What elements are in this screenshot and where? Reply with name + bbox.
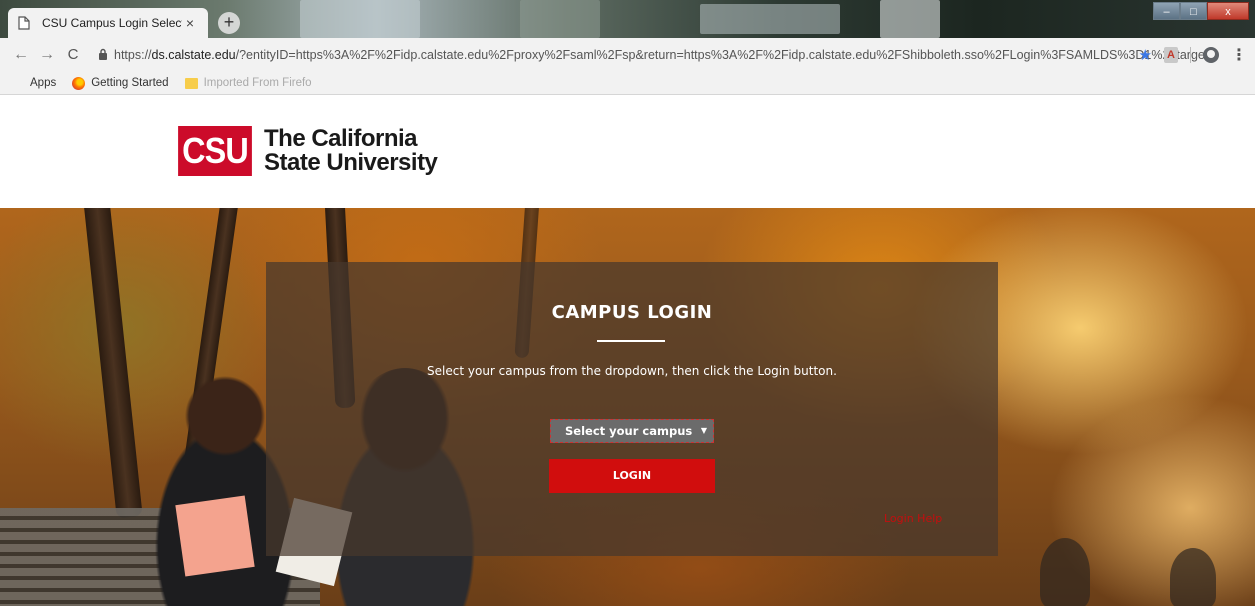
window-controls: – □ x xyxy=(1153,2,1249,20)
bookmark-star-icon[interactable]: ★ xyxy=(1139,46,1152,64)
hero-background: CAMPUS LOGIN Select your campus from the… xyxy=(0,208,1255,606)
browser-tab[interactable]: CSU Campus Login Selector × xyxy=(8,8,208,38)
menu-icon[interactable]: ⋮ xyxy=(1231,45,1247,65)
toolbar-divider xyxy=(1190,47,1191,63)
campus-login-panel: CAMPUS LOGIN Select your campus from the… xyxy=(266,262,998,556)
lock-icon xyxy=(98,48,108,63)
bookmark-apps[interactable]: Apps xyxy=(12,77,56,89)
background-figure xyxy=(1170,548,1216,606)
close-window-button[interactable]: x xyxy=(1207,2,1249,20)
page-icon xyxy=(18,16,32,30)
reload-button[interactable]: C xyxy=(60,42,86,68)
background-figure xyxy=(1040,538,1090,606)
tree-trunk xyxy=(83,208,143,519)
back-button[interactable]: ← xyxy=(8,42,34,68)
dropdown-arrow-icon: ▼ xyxy=(700,426,707,435)
pink-folder xyxy=(175,495,255,577)
tab-title: CSU Campus Login Selector xyxy=(42,16,182,30)
firefox-icon xyxy=(72,76,86,90)
minimize-button[interactable]: – xyxy=(1153,2,1180,20)
toolbar-actions: ★ A ⋮ xyxy=(1139,38,1247,72)
browser-toolbar: ← → C https:// ds.calstate.edu /?entityI… xyxy=(0,38,1255,72)
logo-line-2: State University xyxy=(264,149,438,176)
csu-logo[interactable]: CSU The California State University xyxy=(174,125,438,176)
campus-select[interactable]: Select your campus ▼ xyxy=(550,419,714,443)
forward-button[interactable]: → xyxy=(34,42,60,68)
logo-wordmark: The California State University xyxy=(264,125,438,176)
tab-close-icon[interactable]: × xyxy=(182,15,198,31)
bookmark-getting-started[interactable]: Getting Started xyxy=(72,76,169,90)
login-help-link[interactable]: Login Help xyxy=(884,512,942,525)
url-scheme: https:// xyxy=(114,48,152,62)
address-bar[interactable]: https:// ds.calstate.edu /?entityID=http… xyxy=(92,42,1212,68)
new-tab-button[interactable]: + xyxy=(218,12,240,34)
logo-mark: CSU xyxy=(178,126,252,176)
bookmark-imported-from-firefox[interactable]: Imported From Firefo xyxy=(184,77,312,89)
apps-grid-icon xyxy=(12,77,24,89)
bookmarks-bar: Apps Getting Started Imported From Firef… xyxy=(0,72,1255,95)
pdf-extension-icon[interactable]: A xyxy=(1164,47,1178,63)
page-content: CSU The California State University CAMP… xyxy=(0,96,1255,606)
account-icon[interactable] xyxy=(1203,47,1219,63)
login-instructions: Select your campus from the dropdown, th… xyxy=(427,364,837,378)
login-title: CAMPUS LOGIN xyxy=(551,302,713,323)
tab-strip: CSU Campus Login Selector × + – □ x xyxy=(0,0,1255,38)
campus-select-value: Select your campus xyxy=(565,424,693,438)
bookmark-label: Imported From Firefo xyxy=(203,77,312,89)
url-path: /?entityID=https%3A%2F%2Fidp.calstate.ed… xyxy=(235,48,1212,62)
login-button[interactable]: LOGIN xyxy=(549,459,715,493)
maximize-button[interactable]: □ xyxy=(1180,2,1207,20)
bookmark-label: Apps xyxy=(30,77,57,89)
title-underline xyxy=(597,340,665,342)
url-host: ds.calstate.edu xyxy=(151,48,236,62)
bookmark-label: Getting Started xyxy=(91,77,169,89)
folder-icon xyxy=(184,77,198,89)
logo-line-1: The California xyxy=(264,125,418,152)
